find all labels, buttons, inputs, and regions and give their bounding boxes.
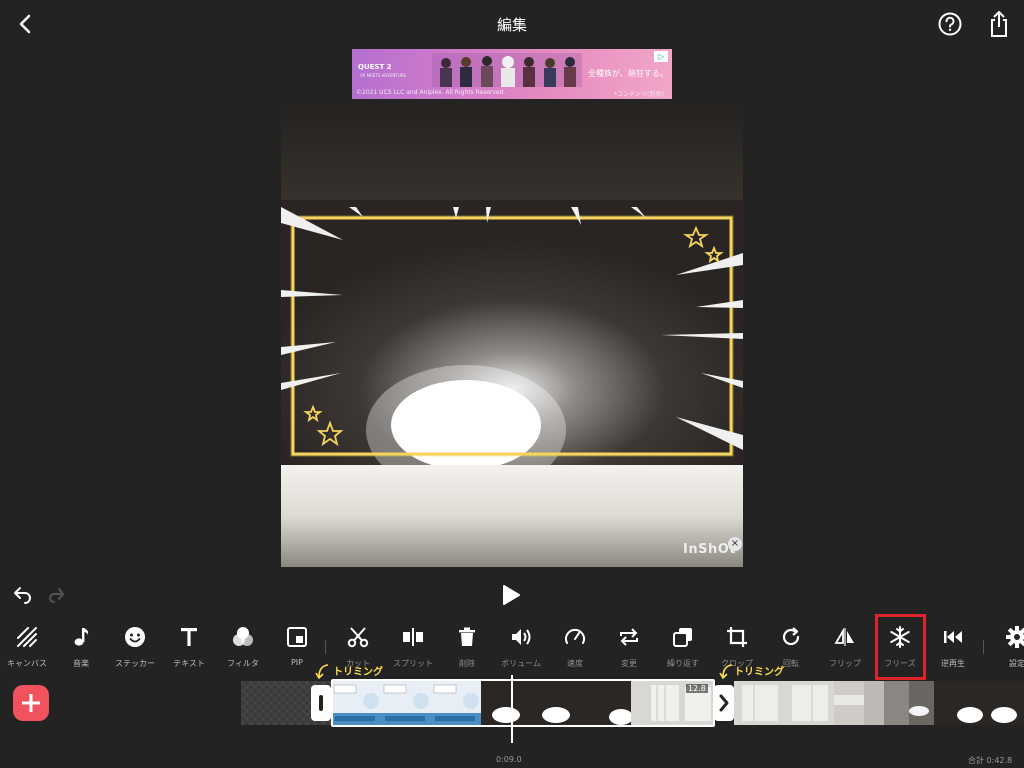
ad-copyright: ©2021 UCS LLC and Aniplex. All Rights Re… (356, 89, 506, 96)
trim-annotation-left: トリミング (333, 667, 383, 678)
filter-circles-icon (233, 627, 253, 646)
room-frame-image (734, 681, 784, 725)
page-title: 編集 (496, 16, 527, 34)
replace-icon (620, 628, 638, 646)
help-button[interactable] (937, 11, 963, 37)
duplicate-icon (673, 628, 692, 647)
speedometer-icon (565, 628, 585, 644)
tool-reverse[interactable]: 逆再生 (926, 618, 980, 674)
share-button[interactable] (987, 9, 1011, 39)
play-icon (503, 585, 520, 605)
play-button[interactable] (500, 584, 522, 606)
video-preview[interactable] (281, 105, 743, 567)
redo-icon (49, 588, 64, 603)
trim-handle-left[interactable] (311, 685, 331, 721)
redo-button[interactable] (48, 587, 66, 605)
preview-frame-image (281, 105, 743, 567)
ad-brand: QUEST 2 (358, 63, 392, 71)
clip-thumbnail[interactable] (784, 681, 834, 725)
clip-thumbnail[interactable] (834, 681, 884, 725)
selected-clip-frame[interactable] (331, 679, 715, 727)
clip-thumbnail[interactable] (934, 681, 984, 725)
tool-label: 設定 (1009, 659, 1024, 668)
volume-icon (512, 629, 531, 645)
tool-flip[interactable]: フリップ (818, 618, 872, 674)
adchoices-icon[interactable]: ▷ (654, 51, 668, 62)
watermark-close-button[interactable]: × (728, 537, 742, 551)
gear-icon (1006, 626, 1024, 648)
chevron-right-icon (719, 694, 729, 712)
lamp-frame-image (934, 681, 984, 725)
share-upload-icon (991, 11, 1007, 37)
clip-thumbnail[interactable] (884, 681, 934, 725)
split-icon (403, 628, 423, 646)
ad-tagline: 全種族が、熱狂する。 (588, 69, 668, 78)
toolbar-divider (983, 640, 984, 654)
rotate-icon (782, 627, 800, 646)
question-circle-icon (938, 12, 962, 36)
current-time: 0:09.0 (496, 755, 522, 764)
pip-icon (287, 627, 307, 647)
tool-settings[interactable]: 設定 (990, 618, 1024, 674)
room-frame-image (834, 681, 884, 725)
handle-bar-icon (319, 695, 323, 711)
toolbar-divider (325, 640, 326, 654)
ad-characters-image (432, 53, 582, 87)
ad-note: *コンテンツ(別売) (614, 91, 664, 98)
room-frame-image (784, 681, 834, 725)
crop-icon (727, 627, 747, 647)
undo-button[interactable] (12, 585, 34, 605)
trim-handle-right[interactable] (714, 685, 734, 721)
text-t-icon (181, 628, 197, 646)
trim-annotation-right: トリミング (734, 667, 784, 678)
curved-arrow-icon (719, 664, 733, 680)
curved-arrow-icon (315, 664, 329, 680)
playhead[interactable] (511, 675, 513, 743)
add-clip-button[interactable] (13, 685, 49, 721)
clip-thumbnail[interactable] (984, 681, 1024, 725)
smiley-sticker-icon (125, 627, 145, 647)
freeze-highlight-frame (875, 614, 926, 680)
plus-icon (22, 694, 40, 712)
music-note-icon (74, 628, 89, 646)
edit-toolbar: キャンバス 音楽 ステッカー テキスト フィルタ PIP カット スプリット 削… (0, 618, 1024, 678)
flip-icon (834, 627, 854, 646)
ad-brand-sub: VR MEETS ADVENTURE (360, 73, 407, 78)
lamp-frame-image (984, 681, 1024, 725)
ad-banner[interactable]: QUEST 2 VR MEETS ADVENTURE 全種族が、熱狂する。 ©2… (352, 49, 672, 99)
trash-icon (459, 627, 475, 646)
lamp-frame-image (884, 681, 934, 725)
total-duration: 合計 0:42.8 (968, 756, 1013, 765)
undo-icon (14, 587, 31, 604)
canvas-icon (17, 627, 37, 647)
clip-duration: 12.8 (686, 684, 708, 693)
scissors-icon (347, 627, 369, 648)
clip-thumbnail[interactable] (734, 681, 784, 725)
tool-label: 逆再生 (941, 659, 965, 668)
reverse-icon (944, 631, 962, 643)
